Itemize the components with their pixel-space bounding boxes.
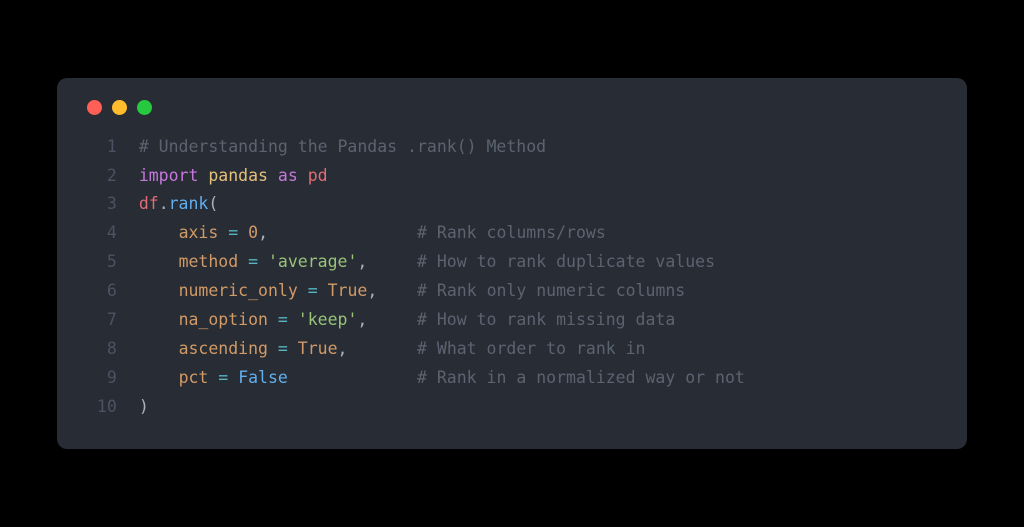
op-assign: = (208, 368, 238, 387)
param-axis: axis (179, 223, 219, 242)
op-assign: = (298, 281, 328, 300)
val-ascending: True (298, 339, 338, 358)
pad (347, 339, 417, 358)
op-assign: = (268, 310, 298, 329)
val-pct: False (238, 368, 288, 387)
indent (139, 223, 179, 242)
space (298, 166, 308, 185)
comma: , (258, 223, 268, 242)
val-na-option: 'keep' (298, 310, 358, 329)
val-axis: 0 (248, 223, 258, 242)
comment-header: # Understanding the Pandas .rank() Metho… (139, 137, 546, 156)
indent (139, 281, 179, 300)
val-method: 'average' (268, 252, 357, 271)
op-assign: = (268, 339, 298, 358)
indent (139, 339, 179, 358)
func-rank: rank (169, 194, 209, 213)
code-area: 1 2 3 4 5 6 7 8 9 10 # Understanding the… (87, 133, 937, 422)
param-ascending: ascending (179, 339, 268, 358)
line-number-gutter: 1 2 3 4 5 6 7 8 9 10 (87, 133, 139, 422)
param-na-option: na_option (179, 310, 268, 329)
kw-as: as (278, 166, 298, 185)
param-numeric-only: numeric_only (179, 281, 298, 300)
space (268, 166, 278, 185)
module-pandas: pandas (208, 166, 268, 185)
titlebar (87, 100, 937, 115)
param-method: method (179, 252, 239, 271)
comment-na-option: # How to rank missing data (417, 310, 675, 329)
comma: , (357, 310, 367, 329)
comment-pct: # Rank in a normalized way or not (417, 368, 745, 387)
indent (139, 310, 179, 329)
zoom-icon[interactable] (137, 100, 152, 115)
comment-ascending: # What order to rank in (417, 339, 645, 358)
pad (288, 368, 417, 387)
pad (367, 252, 417, 271)
pad (377, 281, 417, 300)
indent (139, 252, 179, 271)
paren-close: ) (139, 397, 149, 416)
paren-open: ( (208, 194, 218, 213)
param-pct: pct (179, 368, 209, 387)
space (198, 166, 208, 185)
minimize-icon[interactable] (112, 100, 127, 115)
comma: , (338, 339, 348, 358)
pad (367, 310, 417, 329)
comment-axis: # Rank columns/rows (417, 223, 606, 242)
comma: , (367, 281, 377, 300)
val-numeric-only: True (328, 281, 368, 300)
close-icon[interactable] (87, 100, 102, 115)
comma: , (357, 252, 367, 271)
indent (139, 368, 179, 387)
dot: . (159, 194, 169, 213)
code-content: # Understanding the Pandas .rank() Metho… (139, 133, 745, 422)
alias-pd: pd (308, 166, 328, 185)
comment-method: # How to rank duplicate values (417, 252, 715, 271)
code-window: 1 2 3 4 5 6 7 8 9 10 # Understanding the… (57, 78, 967, 450)
op-assign: = (238, 252, 268, 271)
pad (268, 223, 417, 242)
op-assign: = (218, 223, 248, 242)
kw-import: import (139, 166, 199, 185)
var-df: df (139, 194, 159, 213)
comment-numeric-only: # Rank only numeric columns (417, 281, 685, 300)
